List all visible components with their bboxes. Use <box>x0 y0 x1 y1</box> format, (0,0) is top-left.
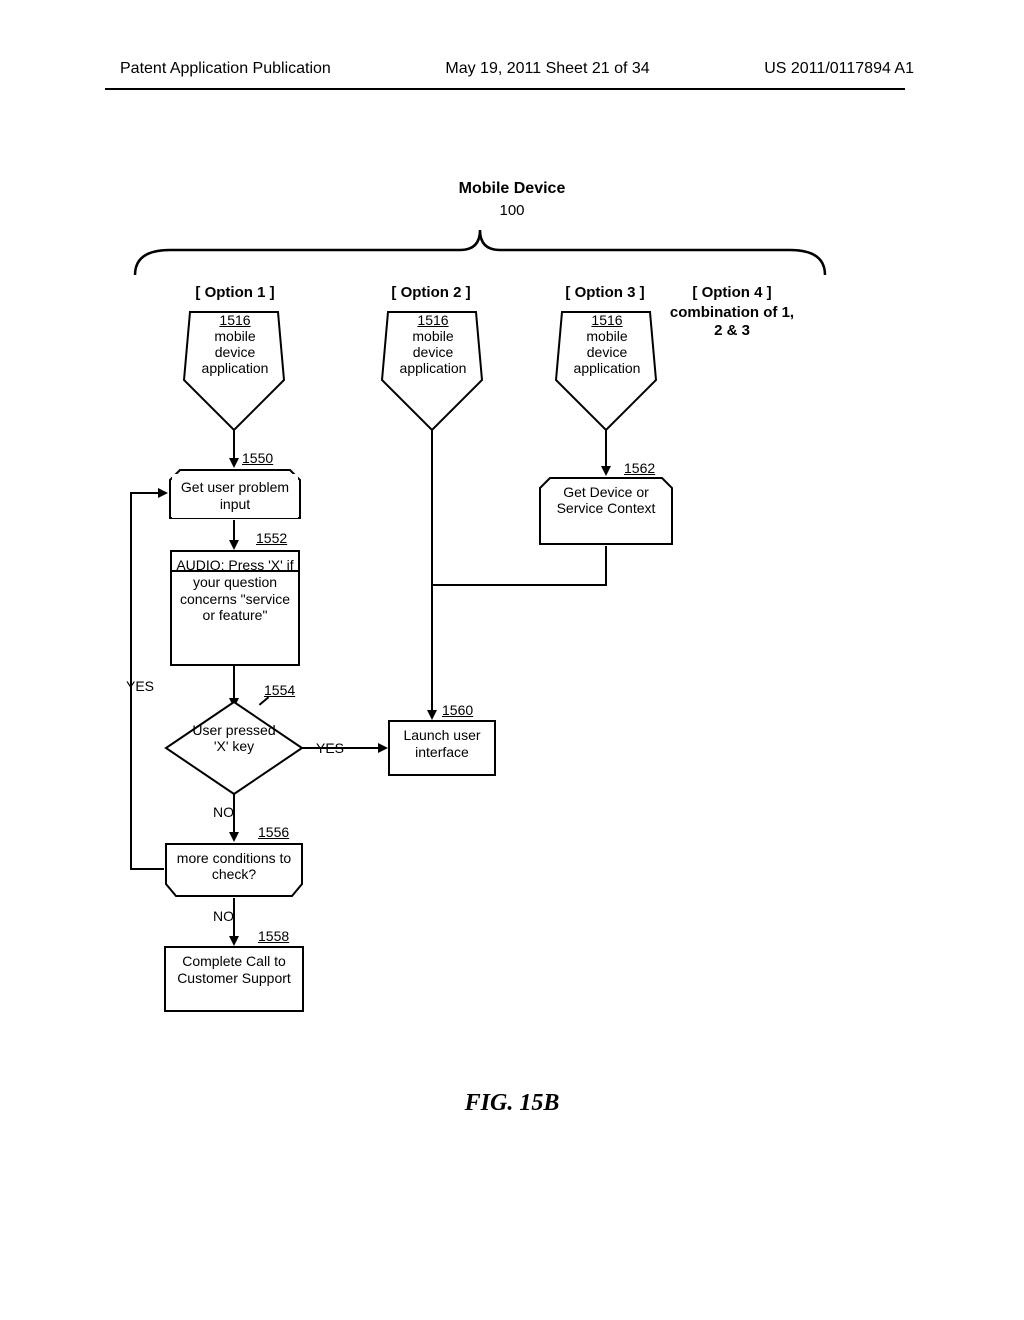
line-1556-loop-c <box>130 492 160 494</box>
node-1558-text: Complete Call to Customer Support <box>177 953 291 986</box>
node-1560: Launch user interface <box>388 720 496 776</box>
node-1550-text: Get user problem input <box>181 479 289 512</box>
ref-1550: 1550 <box>242 450 273 466</box>
line-app1-1550 <box>233 430 235 460</box>
page-header: Patent Application Publication May 19, 2… <box>0 60 1024 78</box>
node-1556-text: more conditions to check? <box>177 850 291 882</box>
label-1556-no: NO <box>213 908 234 924</box>
app-text-1b: device <box>215 344 255 360</box>
curly-brace <box>130 220 830 280</box>
ref-1552: 1552 <box>256 530 287 546</box>
option-1-label: [ Option 1 ] <box>180 284 290 301</box>
line-1552-1554 <box>233 666 235 700</box>
app-text-2b: device <box>413 344 453 360</box>
arrow-1554-1556 <box>229 832 239 842</box>
node-1554-text: User pressed 'X' key <box>192 722 275 754</box>
label-1554-no: NO <box>213 804 234 820</box>
node-1562-text: Get Device or Service Context <box>557 484 656 516</box>
app-ref-1: 1516 <box>219 312 250 328</box>
arrow-1550-1552 <box>229 540 239 550</box>
arrow-app3-1562 <box>601 466 611 476</box>
line-app3-1562 <box>605 430 607 468</box>
option-4-label: [ Option 4 ] <box>672 284 792 301</box>
app-connector-1: 1516 mobile device application <box>185 312 285 376</box>
app-connector-2: 1516 mobile device application <box>383 312 483 376</box>
line-1556-loop-a <box>130 868 164 870</box>
label-1554-yes: YES <box>316 740 344 756</box>
ref-1562: 1562 <box>624 460 655 476</box>
header-rule <box>105 88 905 90</box>
app-text-2c: application <box>400 360 467 376</box>
arrow-1556-1558 <box>229 936 239 946</box>
ref-1556: 1556 <box>258 824 289 840</box>
node-1552-text: AUDIO: Press 'X' if your question concer… <box>176 557 293 623</box>
node-1558: Complete Call to Customer Support <box>164 946 304 1012</box>
option-3-label: [ Option 3 ] <box>550 284 660 301</box>
diagram-ref: 100 <box>0 202 1024 219</box>
option-4-sublabel: combination of 1, 2 & 3 <box>666 304 798 340</box>
app-text-3a: mobile <box>586 328 627 344</box>
node-1556: more conditions to check? <box>174 850 294 882</box>
app-text-3b: device <box>587 344 627 360</box>
node-1554: User pressed 'X' key <box>184 722 284 754</box>
app-ref-2: 1516 <box>417 312 448 328</box>
publication-number: US 2011/0117894 A1 <box>764 60 914 78</box>
node-1560-text: Launch user interface <box>403 727 480 760</box>
app-ref-3: 1516 <box>591 312 622 328</box>
date-sheet: May 19, 2011 Sheet 21 of 34 <box>445 60 649 78</box>
diagram-title: Mobile Device <box>0 180 1024 198</box>
app-text-1a: mobile <box>214 328 255 344</box>
node-1550: Get user problem input <box>172 474 298 518</box>
publication-type: Patent Application Publication <box>120 60 331 78</box>
arrow-app2-1560 <box>427 710 437 720</box>
app-text-2a: mobile <box>412 328 453 344</box>
flowchart-diagram: Mobile Device 100 [ Option 1 ] [ Option … <box>0 180 1024 1180</box>
ref-1558: 1558 <box>258 928 289 944</box>
node-1552: AUDIO: Press 'X' if your question concer… <box>170 550 300 666</box>
app-text-3c: application <box>574 360 641 376</box>
option-2-label: [ Option 2 ] <box>376 284 486 301</box>
line-1550-1552 <box>233 520 235 542</box>
ref-1560: 1560 <box>442 702 473 718</box>
app-text-1c: application <box>202 360 269 376</box>
ref-1554: 1554 <box>264 682 295 698</box>
node-1562: Get Device or Service Context <box>546 484 666 516</box>
figure-caption: FIG. 15B <box>0 1090 1024 1117</box>
label-1556-yes: YES <box>126 678 154 694</box>
line-1562-1560-a <box>605 546 607 586</box>
arrow-1556-loop <box>158 488 168 498</box>
arrow-1554-1560 <box>378 743 388 753</box>
arrow-app1-1550 <box>229 458 239 468</box>
app-connector-3: 1516 mobile device application <box>557 312 657 376</box>
line-1562-1560-b <box>432 584 607 586</box>
node-1552-divider <box>170 570 300 572</box>
line-app2-1560 <box>431 430 433 712</box>
